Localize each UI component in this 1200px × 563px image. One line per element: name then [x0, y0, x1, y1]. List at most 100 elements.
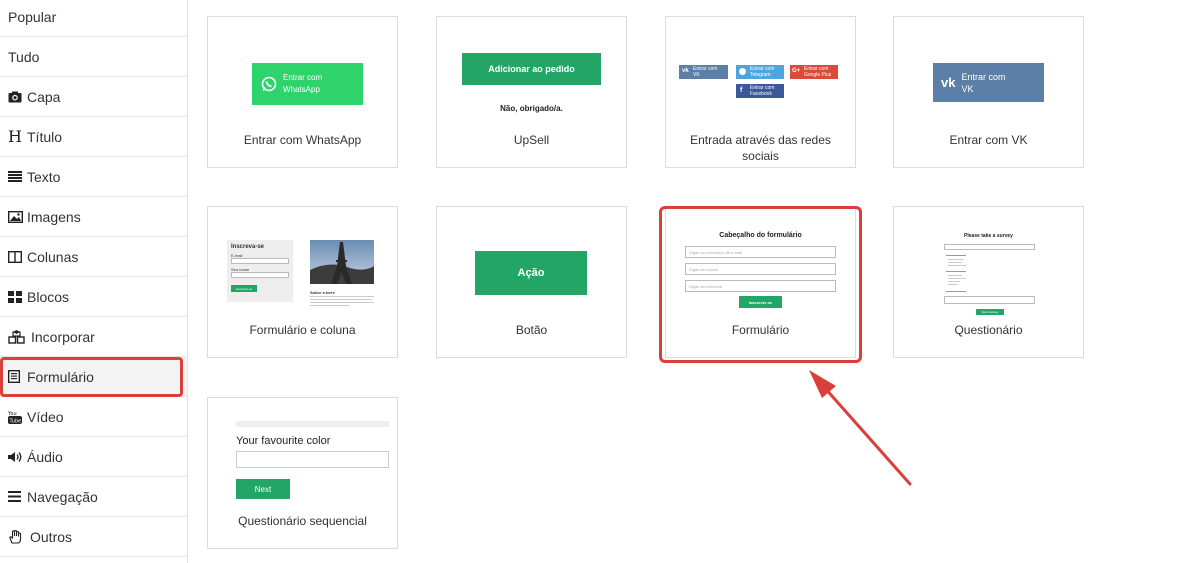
upsell-preview-text: Não, obrigado/a. — [500, 104, 563, 113]
social-facebook-label: Entrar com Facebook — [750, 85, 775, 97]
vk-preview-label: Entrar com VK — [961, 71, 1005, 95]
vk-preview-label-line1: Entrar com — [961, 71, 1006, 82]
card-label: Entrada através das redes sociais — [690, 133, 831, 163]
form-preview-title: Cabeçalho do formulário — [719, 232, 802, 239]
card-vk[interactable]: vk Entrar com VK Entrar com VK — [893, 16, 1084, 168]
card-sequential-questionnaire[interactable]: Your favourite color Next Questionário s… — [207, 397, 398, 549]
text-line — [948, 275, 962, 276]
sidebar-item-popular[interactable]: Popular — [0, 0, 187, 37]
card-label: Entrar com VK — [949, 133, 1028, 147]
vk-icon: vk — [682, 68, 689, 74]
svg-text:Tube: Tube — [9, 418, 22, 424]
card-label: Questionário — [954, 323, 1023, 337]
hand-icon — [8, 529, 28, 544]
sidebar-item-formulario[interactable]: Formulário — [0, 357, 187, 397]
card-label: Entrar com WhatsApp — [243, 133, 362, 147]
form-column-form-preview: Inscreva-se E-mail Seu nome Inscrever-se — [227, 240, 293, 302]
form-preview-field-email-placeholder: Digite seu endereço de e-mail — [689, 250, 743, 255]
sidebar-item-label: Vídeo — [27, 408, 64, 425]
card-label: Formulário — [731, 323, 790, 337]
social-google-button: G+ Entrar com Google Plus — [790, 65, 838, 79]
sequential-progress-bar — [236, 421, 389, 427]
card-label: Botão — [515, 323, 548, 337]
text-line — [948, 284, 958, 285]
sequential-question: Your favourite color — [236, 435, 331, 447]
sidebar-item-outros[interactable]: Outros — [0, 517, 187, 557]
whatsapp-preview-label: Entrar com WhatsApp — [283, 73, 323, 94]
text-line — [948, 262, 962, 263]
form-column-button: Inscrever-se — [231, 285, 257, 292]
sidebar-item-incorporar[interactable]: Incorporar — [0, 317, 187, 357]
sidebar-item-titulo[interactable]: H Título — [0, 117, 187, 157]
card-label: Questionário sequencial — [238, 514, 367, 528]
form-column-about-title: Sobre a torre — [310, 290, 335, 295]
card-upsell[interactable]: Adicionar ao pedido Não, obrigado/a. UpS… — [436, 16, 627, 168]
sidebar-item-label: Popular — [8, 8, 57, 25]
card-social-login[interactable]: vk Entrar com VK Entrar com Telegram G+ … — [665, 16, 856, 168]
text-line — [948, 281, 960, 282]
text-line — [948, 265, 966, 266]
form-column-title: Inscreva-se — [231, 244, 265, 250]
social-vk-button: vk Entrar com VK — [679, 65, 728, 79]
questionnaire-textarea — [944, 296, 1035, 304]
form-preview-field-phone: Digite seu telefone — [685, 280, 836, 292]
questionnaire-field — [944, 244, 1035, 250]
form-preview-field-name: Digite seu nome — [685, 263, 836, 275]
sidebar-item-blocos[interactable]: Blocos — [0, 277, 187, 317]
text-line — [946, 291, 966, 292]
sidebar-item-label: Tudo — [8, 48, 40, 65]
sidebar-item-label: Navegação — [27, 488, 98, 505]
sidebar-item-label: Incorporar — [31, 328, 95, 345]
questionnaire-preview-title: Please take a survey — [964, 233, 1013, 239]
text-line — [310, 299, 372, 300]
questionnaire-preview-button: Send survey — [976, 309, 1004, 315]
card-label: UpSell — [513, 133, 550, 147]
sidebar-item-imagens[interactable]: Imagens — [0, 197, 187, 237]
youtube-icon: You Tube — [8, 410, 25, 424]
social-facebook-button: f Entrar com Facebook — [736, 84, 784, 98]
card-button[interactable]: Ação Botão — [436, 206, 627, 358]
sidebar-item-tudo[interactable]: Tudo — [0, 37, 187, 77]
form-preview-button: Inscrever-se — [739, 296, 782, 308]
sidebar: Popular Tudo Capa H Título Texto Imagens… — [0, 0, 188, 563]
social-google-label: Entrar com Google Plus — [804, 66, 832, 78]
card-questionnaire[interactable]: Please take a survey Send survey Questio… — [893, 206, 1084, 358]
upsell-preview-button: Adicionar ao pedido — [462, 53, 601, 85]
sidebar-item-texto[interactable]: Texto — [0, 157, 187, 197]
social-telegram-label: Entrar com Telegram — [750, 66, 775, 78]
sidebar-item-label: Outros — [30, 528, 73, 545]
card-form[interactable]: Cabeçalho do formulário Digite seu ender… — [665, 206, 856, 358]
google-plus-icon: G+ — [792, 68, 801, 74]
blocks-icon — [8, 290, 25, 303]
sidebar-item-label: Blocos — [27, 288, 70, 305]
sidebar-item-video[interactable]: You Tube Vídeo — [0, 397, 187, 437]
form-icon — [8, 370, 25, 383]
camera-icon — [8, 91, 25, 103]
sidebar-item-label: Áudio — [27, 448, 63, 465]
form-column-field1 — [231, 258, 289, 264]
card-whatsapp[interactable]: Entrar com WhatsApp Entrar com WhatsApp — [207, 16, 398, 168]
button-preview: Ação — [475, 251, 587, 295]
text-line — [310, 302, 374, 303]
whatsapp-icon — [261, 76, 277, 92]
sidebar-item-audio[interactable]: Áudio — [0, 437, 187, 477]
sidebar-item-capa[interactable]: Capa — [0, 77, 187, 117]
vk-preview-label-line2: VK — [961, 83, 974, 94]
cubes-icon — [8, 329, 29, 344]
columns-icon — [8, 250, 25, 263]
form-preview-field-email: Digite seu endereço de e-mail — [685, 246, 836, 258]
form-preview-field-name-placeholder: Digite seu nome — [689, 267, 718, 272]
text-line — [310, 296, 374, 297]
form-preview-field-phone-placeholder: Digite seu telefone — [689, 284, 723, 289]
text-line — [310, 305, 350, 306]
card-label: Formulário e coluna — [249, 323, 356, 337]
annotation-arrow — [809, 370, 912, 486]
menu-icon — [8, 491, 25, 502]
sidebar-item-colunas[interactable]: Colunas — [0, 237, 187, 277]
sidebar-item-label: Formulário — [27, 368, 94, 385]
image-icon — [8, 210, 25, 223]
telegram-icon — [739, 68, 746, 75]
social-telegram-button: Entrar com Telegram — [736, 65, 784, 79]
sidebar-item-navegacao[interactable]: Navegação — [0, 477, 187, 517]
card-form-column[interactable]: Inscreva-se E-mail Seu nome Inscrever-se… — [207, 206, 398, 358]
